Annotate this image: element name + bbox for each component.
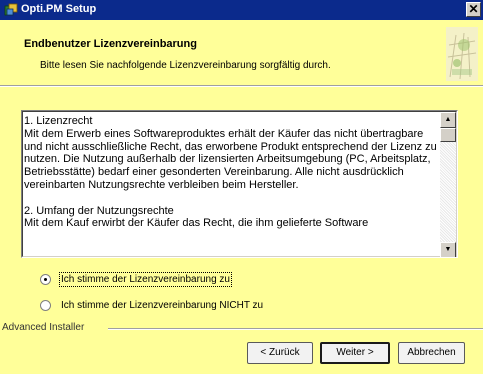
accept-option[interactable]: Ich stimme der Lizenzvereinbarung zu bbox=[40, 272, 232, 287]
decline-option[interactable]: Ich stimme der Lizenzvereinbarung NICHT … bbox=[40, 300, 263, 311]
close-button[interactable]: ✕ bbox=[466, 2, 481, 17]
accept-radio[interactable] bbox=[40, 274, 51, 285]
decline-radio[interactable] bbox=[40, 300, 51, 311]
license-scrollbar[interactable]: ▲ ▼ bbox=[440, 112, 456, 257]
window-title: Opti.PM Setup bbox=[21, 3, 97, 15]
cancel-button[interactable]: Abbrechen bbox=[398, 342, 465, 364]
accept-label[interactable]: Ich stimme der Lizenzvereinbarung zu bbox=[59, 272, 232, 287]
installer-brand: Advanced Installer bbox=[2, 322, 85, 333]
scroll-up-button[interactable]: ▲ bbox=[440, 112, 456, 128]
next-button[interactable]: Weiter > bbox=[320, 342, 390, 364]
page-title: Endbenutzer Lizenzvereinbarung bbox=[24, 38, 197, 50]
setup-banner-icon bbox=[446, 27, 478, 81]
license-text-area[interactable]: 1. Lizenzrecht Mit dem Erwerb eines Soft… bbox=[21, 110, 458, 258]
title-bar[interactable]: Opti.PM Setup ✕ bbox=[0, 0, 483, 20]
footer-separator bbox=[108, 328, 483, 330]
decline-label[interactable]: Ich stimme der Lizenzvereinbarung NICHT … bbox=[61, 300, 263, 311]
license-text-frame: 1. Lizenzrecht Mit dem Erwerb eines Soft… bbox=[22, 111, 457, 257]
setup-app-icon bbox=[4, 3, 18, 17]
back-button[interactable]: < Zurück bbox=[247, 342, 313, 364]
scroll-thumb[interactable] bbox=[440, 128, 456, 142]
scroll-down-button[interactable]: ▼ bbox=[440, 242, 456, 257]
header-panel bbox=[0, 20, 483, 84]
license-text: 1. Lizenzrecht Mit dem Erwerb eines Soft… bbox=[24, 115, 437, 230]
header-separator bbox=[0, 85, 483, 87]
page-subtitle: Bitte lesen Sie nachfolgende Lizenzverei… bbox=[40, 60, 331, 71]
